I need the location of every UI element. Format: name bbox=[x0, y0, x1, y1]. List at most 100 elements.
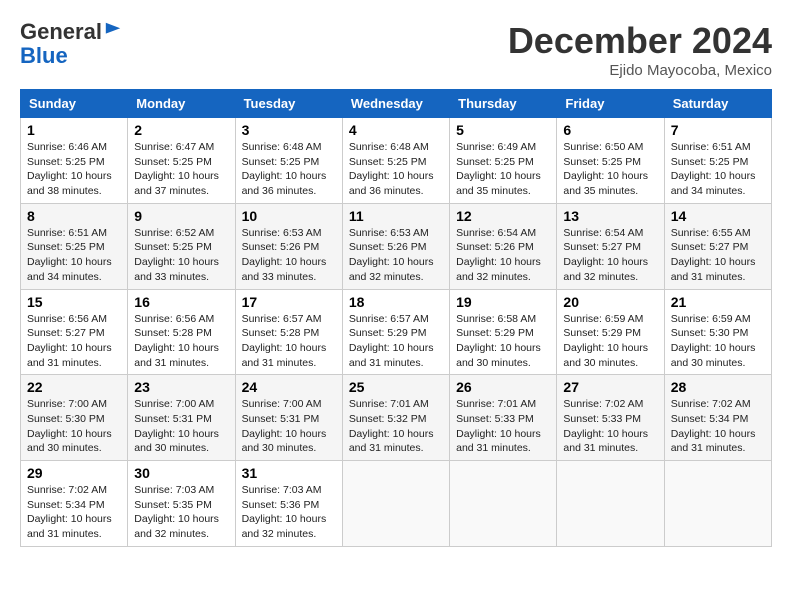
day-info: Sunrise: 7:03 AM Sunset: 5:35 PM Dayligh… bbox=[134, 483, 228, 542]
calendar-cell bbox=[557, 461, 664, 547]
day-info: Sunrise: 6:50 AM Sunset: 5:25 PM Dayligh… bbox=[563, 140, 657, 199]
day-number: 11 bbox=[349, 208, 443, 224]
day-info: Sunrise: 7:02 AM Sunset: 5:34 PM Dayligh… bbox=[671, 397, 765, 456]
calendar-cell: 20 Sunrise: 6:59 AM Sunset: 5:29 PM Dayli… bbox=[557, 289, 664, 375]
day-number: 9 bbox=[134, 208, 228, 224]
week-row-2: 8 Sunrise: 6:51 AM Sunset: 5:25 PM Daylig… bbox=[21, 203, 772, 289]
calendar-cell: 19 Sunrise: 6:58 AM Sunset: 5:29 PM Dayli… bbox=[450, 289, 557, 375]
logo-general: General bbox=[20, 19, 102, 44]
day-info: Sunrise: 6:47 AM Sunset: 5:25 PM Dayligh… bbox=[134, 140, 228, 199]
calendar-cell: 8 Sunrise: 6:51 AM Sunset: 5:25 PM Daylig… bbox=[21, 203, 128, 289]
weekday-header-sunday: Sunday bbox=[21, 90, 128, 118]
day-info: Sunrise: 6:51 AM Sunset: 5:25 PM Dayligh… bbox=[671, 140, 765, 199]
weekday-header-wednesday: Wednesday bbox=[342, 90, 449, 118]
day-number: 28 bbox=[671, 379, 765, 395]
calendar-cell: 22Sunrise: 7:00 AM Sunset: 5:30 PM Dayli… bbox=[21, 375, 128, 461]
day-info: Sunrise: 6:55 AM Sunset: 5:27 PM Dayligh… bbox=[671, 226, 765, 285]
day-number: 20 bbox=[563, 294, 657, 310]
day-info: Sunrise: 6:48 AM Sunset: 5:25 PM Dayligh… bbox=[349, 140, 443, 199]
day-number: 26 bbox=[456, 379, 550, 395]
calendar-cell: 9 Sunrise: 6:52 AM Sunset: 5:25 PM Daylig… bbox=[128, 203, 235, 289]
day-info: Sunrise: 7:02 AM Sunset: 5:34 PM Dayligh… bbox=[27, 483, 121, 542]
calendar-cell: 12 Sunrise: 6:54 AM Sunset: 5:26 PM Dayli… bbox=[450, 203, 557, 289]
day-info: Sunrise: 6:59 AM Sunset: 5:29 PM Dayligh… bbox=[563, 312, 657, 371]
day-number: 4 bbox=[349, 122, 443, 138]
day-number: 27 bbox=[563, 379, 657, 395]
calendar-cell: 26 Sunrise: 7:01 AM Sunset: 5:33 PM Dayli… bbox=[450, 375, 557, 461]
day-info: Sunrise: 6:53 AM Sunset: 5:26 PM Dayligh… bbox=[242, 226, 336, 285]
calendar-cell bbox=[450, 461, 557, 547]
day-info: Sunrise: 7:01 AM Sunset: 5:33 PM Dayligh… bbox=[456, 397, 550, 456]
calendar-cell: 6Sunrise: 6:50 AM Sunset: 5:25 PM Daylig… bbox=[557, 118, 664, 204]
calendar-cell: 31 Sunrise: 7:03 AM Sunset: 5:36 PM Dayli… bbox=[235, 461, 342, 547]
logo: General Blue bbox=[20, 20, 122, 68]
day-info: Sunrise: 6:54 AM Sunset: 5:26 PM Dayligh… bbox=[456, 226, 550, 285]
day-number: 18 bbox=[349, 294, 443, 310]
day-number: 22 bbox=[27, 379, 121, 395]
week-row-4: 22Sunrise: 7:00 AM Sunset: 5:30 PM Dayli… bbox=[21, 375, 772, 461]
day-number: 24 bbox=[242, 379, 336, 395]
calendar-cell: 30 Sunrise: 7:03 AM Sunset: 5:35 PM Dayli… bbox=[128, 461, 235, 547]
weekday-header-tuesday: Tuesday bbox=[235, 90, 342, 118]
weekday-header-row: SundayMondayTuesdayWednesdayThursdayFrid… bbox=[21, 90, 772, 118]
calendar-cell: 1Sunrise: 6:46 AM Sunset: 5:25 PM Daylig… bbox=[21, 118, 128, 204]
day-info: Sunrise: 6:57 AM Sunset: 5:28 PM Dayligh… bbox=[242, 312, 336, 371]
day-number: 10 bbox=[242, 208, 336, 224]
day-number: 8 bbox=[27, 208, 121, 224]
day-number: 13 bbox=[563, 208, 657, 224]
calendar-cell: 4 Sunrise: 6:48 AM Sunset: 5:25 PM Daylig… bbox=[342, 118, 449, 204]
day-number: 17 bbox=[242, 294, 336, 310]
day-number: 29 bbox=[27, 465, 121, 481]
day-info: Sunrise: 6:58 AM Sunset: 5:29 PM Dayligh… bbox=[456, 312, 550, 371]
month-title: December 2024 bbox=[508, 20, 772, 62]
calendar-cell: 11 Sunrise: 6:53 AM Sunset: 5:26 PM Dayli… bbox=[342, 203, 449, 289]
calendar-cell: 27 Sunrise: 7:02 AM Sunset: 5:33 PM Dayli… bbox=[557, 375, 664, 461]
day-number: 2 bbox=[134, 122, 228, 138]
calendar-cell: 28 Sunrise: 7:02 AM Sunset: 5:34 PM Dayli… bbox=[664, 375, 771, 461]
weekday-header-friday: Friday bbox=[557, 90, 664, 118]
calendar-cell: 18 Sunrise: 6:57 AM Sunset: 5:29 PM Dayli… bbox=[342, 289, 449, 375]
day-number: 19 bbox=[456, 294, 550, 310]
day-info: Sunrise: 6:48 AM Sunset: 5:25 PM Dayligh… bbox=[242, 140, 336, 199]
day-number: 30 bbox=[134, 465, 228, 481]
day-info: Sunrise: 6:59 AM Sunset: 5:30 PM Dayligh… bbox=[671, 312, 765, 371]
day-info: Sunrise: 6:49 AM Sunset: 5:25 PM Dayligh… bbox=[456, 140, 550, 199]
day-number: 12 bbox=[456, 208, 550, 224]
day-number: 14 bbox=[671, 208, 765, 224]
day-number: 5 bbox=[456, 122, 550, 138]
location: Ejido Mayocoba, Mexico bbox=[508, 62, 772, 79]
calendar-table: SundayMondayTuesdayWednesdayThursdayFrid… bbox=[20, 89, 772, 547]
day-info: Sunrise: 7:03 AM Sunset: 5:36 PM Dayligh… bbox=[242, 483, 336, 542]
calendar-cell: 13 Sunrise: 6:54 AM Sunset: 5:27 PM Dayli… bbox=[557, 203, 664, 289]
day-info: Sunrise: 7:01 AM Sunset: 5:32 PM Dayligh… bbox=[349, 397, 443, 456]
week-row-5: 29 Sunrise: 7:02 AM Sunset: 5:34 PM Dayli… bbox=[21, 461, 772, 547]
day-number: 25 bbox=[349, 379, 443, 395]
calendar-cell: 10 Sunrise: 6:53 AM Sunset: 5:26 PM Dayli… bbox=[235, 203, 342, 289]
day-number: 7 bbox=[671, 122, 765, 138]
day-info: Sunrise: 7:00 AM Sunset: 5:31 PM Dayligh… bbox=[242, 397, 336, 456]
calendar-cell: 14 Sunrise: 6:55 AM Sunset: 5:27 PM Dayli… bbox=[664, 203, 771, 289]
calendar-cell: 15Sunrise: 6:56 AM Sunset: 5:27 PM Dayli… bbox=[21, 289, 128, 375]
calendar-cell: 23Sunrise: 7:00 AM Sunset: 5:31 PM Dayli… bbox=[128, 375, 235, 461]
calendar-cell: 5 Sunrise: 6:49 AM Sunset: 5:25 PM Daylig… bbox=[450, 118, 557, 204]
day-number: 31 bbox=[242, 465, 336, 481]
calendar-cell: 21 Sunrise: 6:59 AM Sunset: 5:30 PM Dayli… bbox=[664, 289, 771, 375]
day-info: Sunrise: 6:57 AM Sunset: 5:29 PM Dayligh… bbox=[349, 312, 443, 371]
week-row-1: 1Sunrise: 6:46 AM Sunset: 5:25 PM Daylig… bbox=[21, 118, 772, 204]
logo-blue: Blue bbox=[20, 43, 68, 68]
day-info: Sunrise: 6:56 AM Sunset: 5:28 PM Dayligh… bbox=[134, 312, 228, 371]
logo-flag-icon bbox=[104, 21, 122, 39]
calendar-cell: 25 Sunrise: 7:01 AM Sunset: 5:32 PM Dayli… bbox=[342, 375, 449, 461]
weekday-header-thursday: Thursday bbox=[450, 90, 557, 118]
title-block: December 2024 Ejido Mayocoba, Mexico bbox=[508, 20, 772, 79]
day-info: Sunrise: 7:02 AM Sunset: 5:33 PM Dayligh… bbox=[563, 397, 657, 456]
day-info: Sunrise: 6:51 AM Sunset: 5:25 PM Dayligh… bbox=[27, 226, 121, 285]
calendar-body: 1Sunrise: 6:46 AM Sunset: 5:25 PM Daylig… bbox=[21, 118, 772, 547]
day-info: Sunrise: 6:53 AM Sunset: 5:26 PM Dayligh… bbox=[349, 226, 443, 285]
weekday-header-saturday: Saturday bbox=[664, 90, 771, 118]
day-info: Sunrise: 6:54 AM Sunset: 5:27 PM Dayligh… bbox=[563, 226, 657, 285]
day-number: 21 bbox=[671, 294, 765, 310]
day-number: 16 bbox=[134, 294, 228, 310]
day-info: Sunrise: 6:52 AM Sunset: 5:25 PM Dayligh… bbox=[134, 226, 228, 285]
day-info: Sunrise: 6:56 AM Sunset: 5:27 PM Dayligh… bbox=[27, 312, 121, 371]
